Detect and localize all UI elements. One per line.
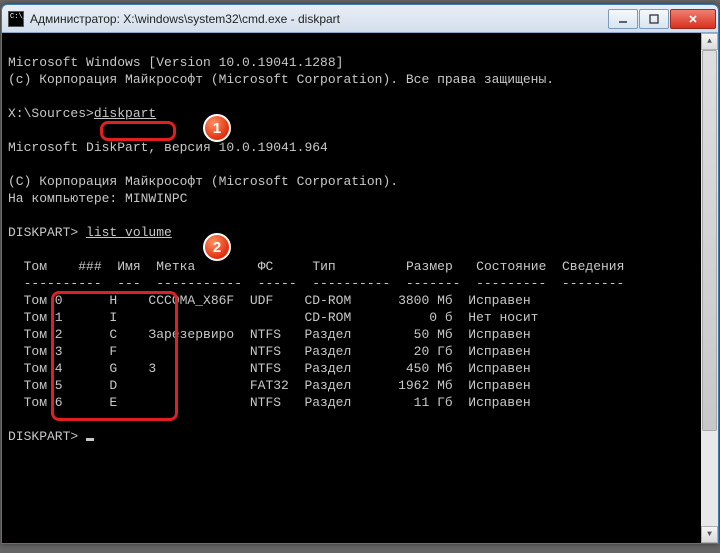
maximize-button[interactable] <box>639 9 669 29</box>
table-divider: ---------- --- ----------- ----- -------… <box>8 276 624 291</box>
close-icon <box>688 14 698 24</box>
maximize-icon <box>649 14 659 24</box>
cmd-app-icon <box>8 11 24 27</box>
scroll-thumb[interactable] <box>702 50 717 431</box>
console-area[interactable]: Microsoft Windows [Version 10.0.19041.12… <box>2 33 718 543</box>
scroll-up-button[interactable]: ▲ <box>701 33 718 50</box>
close-button[interactable] <box>670 9 716 29</box>
prompt-diskpart: DISKPART> <box>8 225 86 240</box>
window-title: Администратор: X:\windows\system32\cmd.e… <box>30 12 607 26</box>
command-diskpart: diskpart <box>94 106 156 121</box>
prompt-diskpart: DISKPART> <box>8 429 86 444</box>
cmd-window: Администратор: X:\windows\system32\cmd.e… <box>1 4 719 544</box>
prompt-path: X:\Sources> <box>8 106 94 121</box>
highlight-box-2 <box>51 291 178 421</box>
vertical-scrollbar[interactable]: ▲ ▼ <box>701 33 718 543</box>
minimize-icon <box>618 14 628 24</box>
console-line: (C) Корпорация Майкрософт (Microsoft Cor… <box>8 174 398 189</box>
scroll-down-button[interactable]: ▼ <box>701 526 718 543</box>
console-line: (c) Корпорация Майкрософт (Microsoft Cor… <box>8 72 554 87</box>
console-line: Microsoft Windows [Version 10.0.19041.12… <box>8 55 343 70</box>
console-line: Microsoft DiskPart, версия 10.0.19041.96… <box>8 140 328 155</box>
annotation-badge-1: 1 <box>203 114 231 142</box>
minimize-button[interactable] <box>608 9 638 29</box>
command-list-volume: list volume <box>86 225 172 240</box>
window-controls <box>607 9 716 29</box>
table-header-row: Том ### Имя Метка ФС Тип Размер Состояни… <box>8 259 624 274</box>
highlight-box-1 <box>100 121 176 141</box>
console-line: На компьютере: MINWINPC <box>8 191 187 206</box>
cursor <box>86 438 94 441</box>
titlebar[interactable]: Администратор: X:\windows\system32\cmd.e… <box>2 5 718 33</box>
scroll-track[interactable] <box>701 50 718 526</box>
annotation-badge-2: 2 <box>203 233 231 261</box>
